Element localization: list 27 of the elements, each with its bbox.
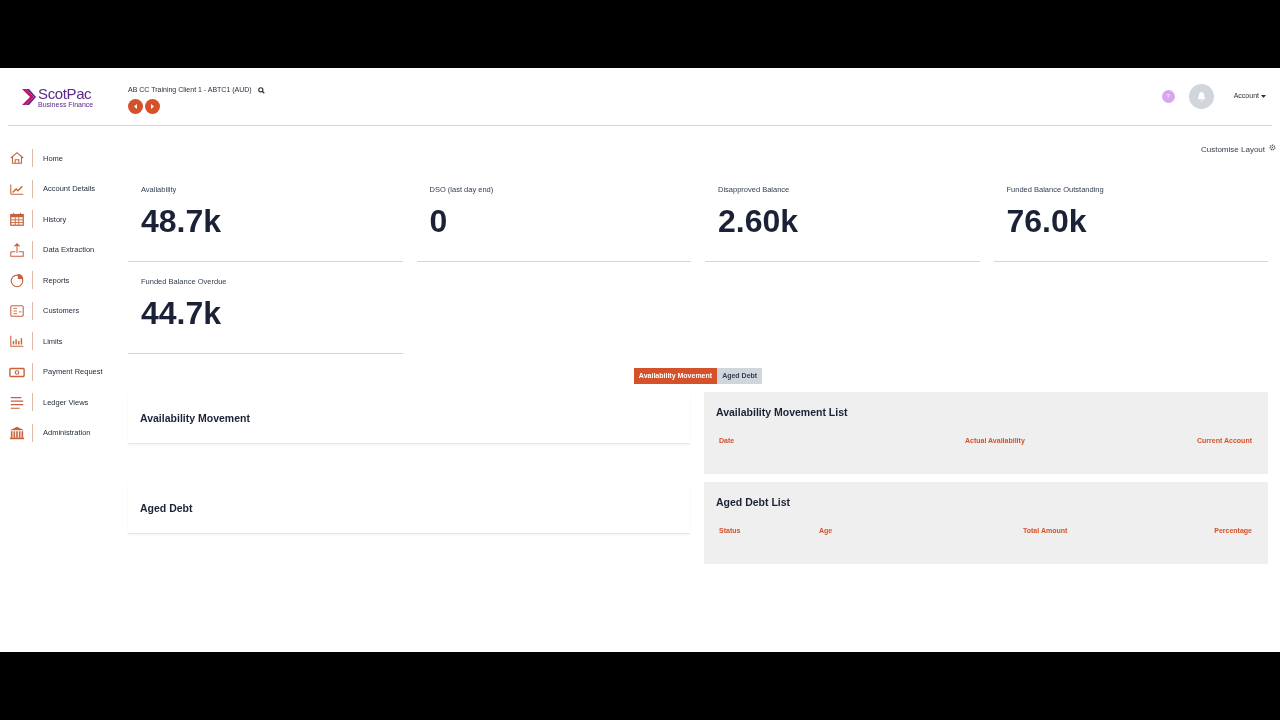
bar-chart-icon[interactable]: [9, 333, 25, 350]
metric-value: 48.7k: [141, 205, 222, 238]
logo-chevron-icon: [22, 88, 36, 105]
panel-title: Availability Movement List: [716, 405, 849, 420]
settings-icon[interactable]: [1269, 144, 1276, 151]
right-caret-icon: [150, 103, 155, 109]
card-title: Availability Movement: [140, 412, 250, 424]
caret-icon: [1261, 94, 1266, 99]
text-lines-icon[interactable]: [9, 394, 25, 411]
pie-chart-icon[interactable]: [9, 272, 25, 289]
left-caret-icon: [133, 103, 138, 109]
customise-layout-link[interactable]: Customise Layout: [1200, 144, 1265, 156]
bank-building-icon[interactable]: [9, 424, 25, 441]
metric-value: 2.60k: [718, 205, 799, 238]
calendar-icon[interactable]: [9, 211, 25, 228]
house-icon[interactable]: [9, 150, 25, 167]
previous-button[interactable]: [128, 98, 143, 114]
id-card-icon[interactable]: [9, 302, 25, 319]
next-button[interactable]: [145, 98, 160, 114]
metric-value: 76.0k: [1006, 205, 1087, 238]
metric-value: 44.7k: [141, 297, 222, 330]
logo-text: ScotPac: [38, 85, 93, 101]
search-icon[interactable]: [257, 87, 265, 94]
card-title: Aged Debt: [140, 502, 193, 514]
upload-tray-icon[interactable]: [9, 241, 25, 258]
panel-title: Aged Debt List: [716, 495, 792, 510]
metric-value: 0: [429, 205, 448, 238]
